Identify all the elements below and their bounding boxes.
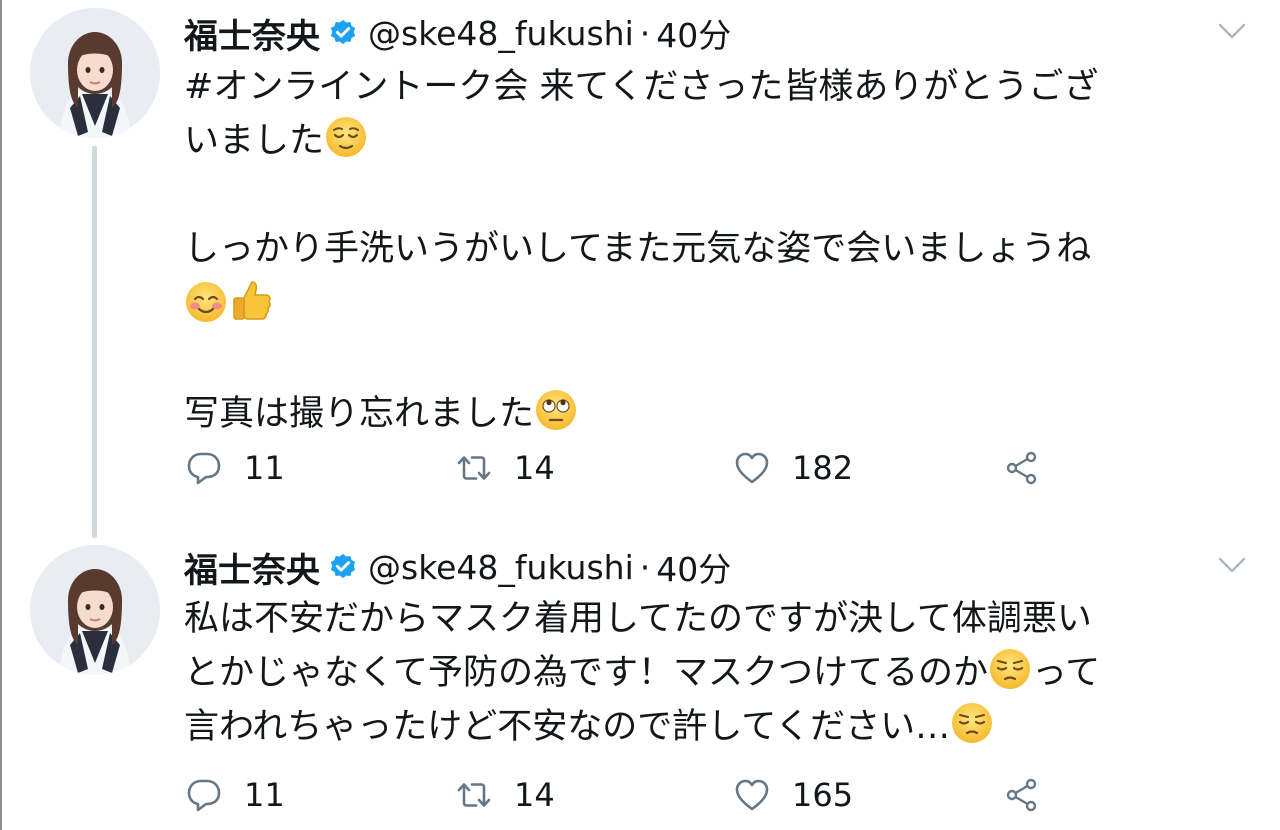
tweet-line-text: 写真は撮り忘れました xyxy=(184,394,535,434)
retweet-icon xyxy=(457,783,491,807)
tweet-line: 写真は撮り忘れました xyxy=(184,387,1259,441)
chevron-down-icon[interactable] xyxy=(1218,22,1246,40)
reply-icon xyxy=(187,452,221,485)
tweet-line-text: って xyxy=(1031,653,1101,693)
retweet-count: 14 xyxy=(514,776,555,814)
share-icon xyxy=(1006,451,1037,485)
pensive-face-emoji-icon xyxy=(952,703,993,743)
tweet-line: いました xyxy=(184,114,1259,168)
tweet-line-text: 言われちゃったけど不安なので許してください… xyxy=(184,707,951,747)
share-icon xyxy=(1006,778,1037,812)
reply-button[interactable]: 11 xyxy=(186,775,285,815)
share-button[interactable] xyxy=(1004,448,1040,488)
tweet-header: 福士奈央 @ske48_fukushi · 40分 xyxy=(184,8,731,58)
author-handle[interactable]: @ske48_fukushi xyxy=(368,548,634,587)
verified-badge-icon xyxy=(330,553,356,579)
thumbs-up-emoji-icon xyxy=(233,281,271,320)
tweet-line: 言われちゃったけど不安なので許してください… xyxy=(184,700,1259,754)
timestamp[interactable]: 40分 xyxy=(656,9,731,57)
reply-count: 11 xyxy=(244,776,285,814)
tweet-text: #オンライントーク会 来てくださった皆様ありがとうござ いました しっかり手洗い… xyxy=(184,60,1259,441)
like-button[interactable]: 182 xyxy=(734,448,853,488)
chevron-down-icon[interactable] xyxy=(1218,556,1246,574)
like-count: 182 xyxy=(792,449,854,487)
heart-icon xyxy=(735,452,769,484)
avatar[interactable] xyxy=(30,8,160,138)
retweet-button[interactable]: 14 xyxy=(456,775,555,815)
tweet-line: しっかり手洗いうがいしてまた元気な姿で会いましょうね xyxy=(184,229,1092,269)
retweet-count: 14 xyxy=(514,449,555,487)
retweet-button[interactable]: 14 xyxy=(456,448,555,488)
retweet-icon xyxy=(457,456,491,480)
separator-dot: · xyxy=(639,547,651,587)
share-button[interactable] xyxy=(1004,775,1040,815)
author-handle[interactable]: @ske48_fukushi xyxy=(368,14,634,53)
tweet-line xyxy=(184,276,1259,333)
pensive-face-emoji-icon xyxy=(989,649,1030,689)
author-name[interactable]: 福士奈央 xyxy=(184,9,320,58)
reply-count: 11 xyxy=(244,449,285,487)
timestamp[interactable]: 40分 xyxy=(656,543,731,591)
reply-button[interactable]: 11 xyxy=(186,448,285,488)
tweet-line-text: いました xyxy=(184,121,325,161)
tweet-line-text: とかじゃなくて予防の為です！マスクつけてるのか xyxy=(184,653,988,693)
verified-badge-icon xyxy=(330,19,356,45)
like-count: 165 xyxy=(792,776,854,814)
tweet-line: とかじゃなくて予防の為です！マスクつけてるのか って xyxy=(184,646,1259,700)
tweet-line: #オンライントーク会 来てくださった皆様ありがとうござ xyxy=(184,67,1099,107)
tweet-1[interactable]: 福士奈央 @ske48_fukushi · 40分 #オンライントーク会 来てく… xyxy=(0,0,1280,520)
relieved-face-emoji-icon xyxy=(326,117,367,157)
separator-dot: · xyxy=(639,13,651,53)
tweet-header: 福士奈央 @ske48_fukushi · 40分 xyxy=(184,542,731,592)
author-name[interactable]: 福士奈央 xyxy=(184,543,320,592)
tweet-text: 私は不安だからマスク着用してたのですが決して体調悪い とかじゃなくて予防の為です… xyxy=(184,592,1259,754)
reply-icon xyxy=(187,779,221,812)
smiling-face-blush-emoji-icon xyxy=(186,282,226,322)
avatar[interactable] xyxy=(30,545,160,675)
tweet-line: 私は不安だからマスク着用してたのですが決して体調悪い xyxy=(184,599,1092,639)
like-button[interactable]: 165 xyxy=(734,775,853,815)
face-rolling-eyes-emoji-icon xyxy=(536,390,577,430)
heart-icon xyxy=(735,779,769,811)
